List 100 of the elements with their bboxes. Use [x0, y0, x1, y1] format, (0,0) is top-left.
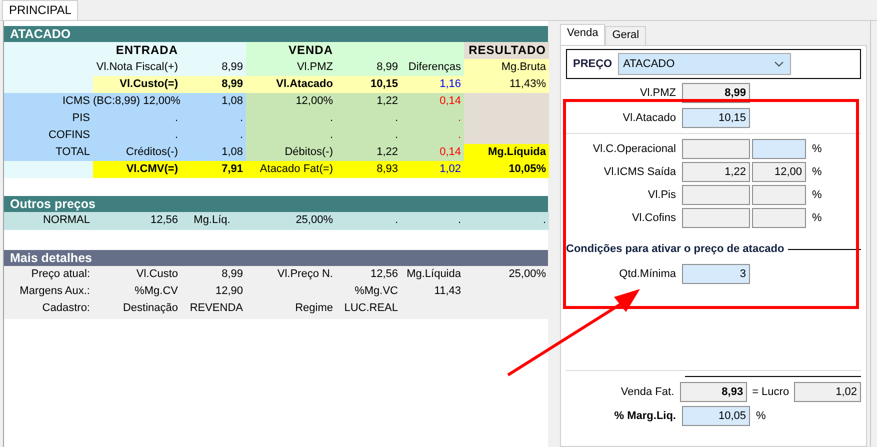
- field-label: Vl.C.Operacional: [592, 142, 677, 156]
- table-cell-text: 11,43: [433, 284, 462, 299]
- table-cell: Mg.Líquida: [464, 144, 549, 161]
- input-field[interactable]: 1,02: [794, 382, 862, 402]
- tab[interactable]: Geral: [605, 26, 646, 45]
- table-cell: .: [336, 127, 401, 144]
- table-cell: Vl.CMV(=): [93, 161, 181, 178]
- input-field[interactable]: 10,05: [682, 406, 750, 426]
- input-field[interactable]: 8,93: [680, 382, 748, 402]
- field-label: % Marg.Liq.: [613, 408, 677, 424]
- table-cell: .: [336, 110, 401, 127]
- table-cell: Vl.Atacado: [246, 76, 336, 93]
- table-cell-text: Destinação: [122, 301, 179, 316]
- field-label: Vl.Cofins: [630, 210, 677, 226]
- table-cell-text: Cadastro:: [41, 301, 91, 316]
- table-cell: VENDA: [246, 42, 336, 59]
- table-cell: .: [336, 212, 401, 230]
- table-cell: Créditos(-): [93, 144, 181, 161]
- input-field[interactable]: [752, 139, 806, 159]
- table-cell: 8,99: [181, 76, 246, 93]
- table-cell: .: [458, 112, 461, 124]
- section-title: Condições para ativar o preço de atacado: [566, 242, 784, 257]
- table-cell: .: [464, 212, 549, 230]
- table-cell: 11,43%: [464, 76, 549, 93]
- field-label: PREÇO: [573, 56, 612, 72]
- input-field[interactable]: 12,00: [752, 162, 806, 182]
- table-cell: TOTAL: [4, 144, 93, 161]
- price-dropdown[interactable]: ATACADO: [618, 53, 792, 75]
- chevron-down-icon: [774, 61, 784, 67]
- section-header: ATACADO: [4, 26, 548, 42]
- table-cell-text: LUC.REAL: [343, 301, 399, 316]
- input-field[interactable]: [682, 185, 750, 205]
- table-cell-text: %Mg.CV: [134, 284, 179, 299]
- unit-label: %: [811, 142, 822, 156]
- table-cell: Débitos(-): [246, 144, 336, 161]
- table-cell-text: Preço atual:: [30, 267, 91, 282]
- unit-label: %: [811, 164, 822, 180]
- table-cell-text: REVENDA: [188, 301, 244, 316]
- table-cell: Mg.Líq.: [181, 212, 246, 230]
- input-field[interactable]: 1,22: [682, 162, 750, 182]
- field-label: Vl.PMZ: [638, 86, 677, 100]
- table-cell: RESULTADO: [464, 42, 549, 59]
- table-cell: ENTRADA: [93, 42, 181, 59]
- table-cell: Vl.PMZ: [246, 59, 336, 76]
- table-cell: .: [181, 110, 246, 127]
- unit-label: %: [811, 188, 822, 202]
- input-field[interactable]: [752, 208, 806, 228]
- field-label: Vl.Atacado: [622, 110, 677, 126]
- table-cell: .: [93, 127, 181, 144]
- table-cell: 10,15: [336, 76, 401, 93]
- table-cell: 1,16: [440, 78, 461, 90]
- table-cell: 7,91: [181, 161, 246, 178]
- table-cell: Mg.Bruta: [464, 59, 549, 76]
- table-cell-text: Margens Aux.:: [18, 284, 91, 299]
- section-header: Outros preços: [4, 196, 548, 212]
- table-cell: 8,99: [336, 59, 401, 76]
- table-cell: 8,99: [181, 59, 246, 76]
- table-cell-text: 12,90: [214, 284, 244, 299]
- input-field[interactable]: 10,15: [682, 108, 750, 128]
- input-field[interactable]: [752, 185, 806, 205]
- table-cell: 1,22: [336, 93, 401, 110]
- table-cell: Atacado Fat(=): [246, 161, 336, 178]
- tab[interactable]: Venda: [560, 24, 606, 45]
- table-cell: (BC:8,99) 12,00%: [93, 93, 181, 110]
- input-field[interactable]: [682, 139, 750, 159]
- table-cell: .: [246, 110, 336, 127]
- table-cell: 0,14: [440, 95, 461, 107]
- table-cell: .: [458, 129, 461, 141]
- input-field[interactable]: 3: [682, 264, 750, 284]
- table-cell: 8,93: [336, 161, 401, 178]
- table-cell-text: 12,56: [369, 267, 399, 282]
- table-cell: ICMS: [4, 93, 93, 110]
- field-label: Vl.Pis: [646, 188, 677, 202]
- table-cell: .: [93, 110, 181, 127]
- window-tab[interactable]: PRINCIPAL: [2, 0, 78, 20]
- field-label: = Lucro: [751, 384, 790, 400]
- table-cell: 1,02: [440, 163, 461, 175]
- table-cell: 12,56: [93, 212, 181, 230]
- table-cell-text: %Mg.VC: [354, 284, 399, 299]
- table-cell-text: Vl.Custo: [135, 267, 179, 282]
- input-field[interactable]: [682, 208, 750, 228]
- field-label: Qtd.Mínima: [618, 266, 677, 282]
- field-label: Venda Fat.: [620, 384, 676, 400]
- table-cell: Vl.Custo(=): [93, 76, 181, 93]
- table-cell: 25,00%: [246, 212, 336, 230]
- table-cell: 1,22: [336, 144, 401, 161]
- table-cell: .: [246, 127, 336, 144]
- table-cell-text: Regime: [294, 301, 334, 316]
- table-cell-text: Mg.Líquida: [406, 267, 462, 282]
- table-cell: 10,05%: [464, 161, 549, 178]
- field-label: Vl.ICMS Saída: [602, 164, 677, 180]
- table-cell: 1,08: [181, 93, 246, 110]
- table-cell: 1,08: [181, 144, 246, 161]
- table-cell-text: 25,00%: [508, 267, 547, 282]
- table-cell: .: [181, 127, 246, 144]
- table-cell: COFINS: [4, 127, 93, 144]
- unit-label: %: [811, 210, 822, 226]
- unit-label: %: [755, 408, 766, 424]
- table-cell: Diferenças: [401, 59, 464, 76]
- table-cell-text: Vl.Preço N.: [276, 267, 334, 282]
